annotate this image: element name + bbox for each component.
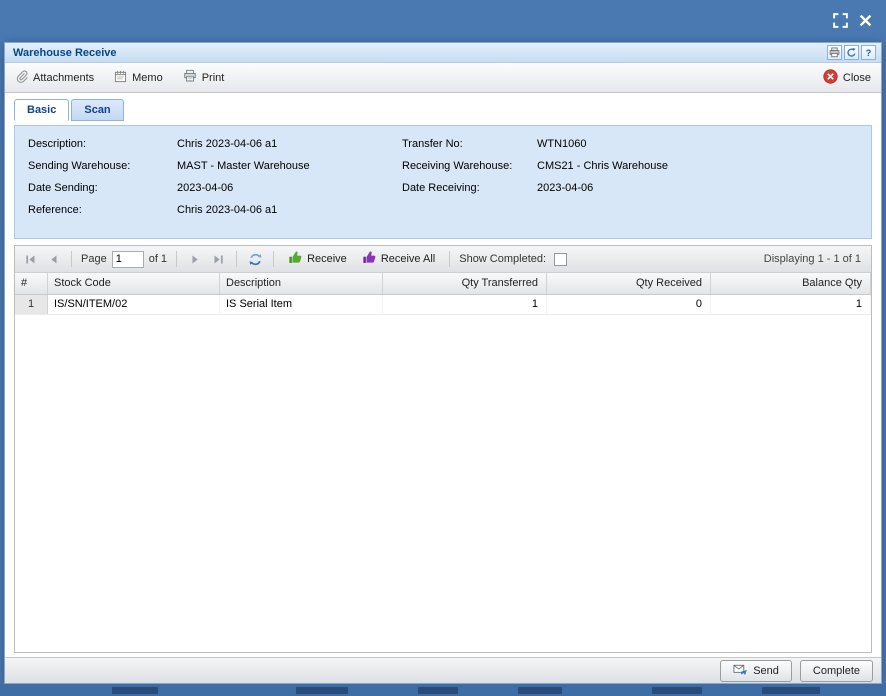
background-artifact (296, 687, 348, 694)
warehouse-receive-window: Warehouse Receive ? Attachments Memo (4, 42, 882, 684)
transfer-no-label: Transfer No: (402, 138, 537, 160)
close-circle-icon (823, 69, 838, 87)
first-page-button[interactable] (21, 250, 39, 268)
background-artifact (518, 687, 562, 694)
window-toolbar: Attachments Memo Print Close (5, 63, 881, 93)
titlebar-tools: ? (827, 45, 876, 60)
tab-basic[interactable]: Basic (14, 99, 69, 121)
window-title: Warehouse Receive (13, 47, 117, 59)
print-label: Print (202, 72, 225, 84)
complete-label: Complete (813, 665, 860, 677)
titlebar-help-icon[interactable]: ? (861, 45, 876, 60)
table-row[interactable]: 1 IS/SN/ITEM/02 IS Serial Item 1 0 1 (15, 295, 871, 315)
attachments-button[interactable]: Attachments (13, 68, 96, 88)
toolbar-separator (71, 251, 72, 267)
qty-received-cell: 0 (547, 295, 711, 314)
description-cell: IS Serial Item (220, 295, 383, 314)
date-sending-value: 2023-04-06 (177, 182, 233, 204)
toolbar-separator (449, 251, 450, 267)
send-label: Send (753, 665, 779, 677)
background-artifact (762, 687, 820, 694)
col-header-rownum[interactable]: # (15, 273, 48, 294)
grid-toolbar: Page of 1 Receive (15, 246, 871, 273)
transfer-info-panel: Description: Chris 2023-04-06 a1 Sending… (14, 125, 872, 239)
background-page-strip (0, 684, 886, 696)
grid-empty-area (15, 315, 871, 652)
printer-icon (183, 69, 197, 86)
date-receiving-value: 2023-04-06 (537, 182, 593, 204)
close-label: Close (843, 72, 871, 84)
receive-all-button[interactable]: Receive All (357, 248, 440, 270)
description-value: Chris 2023-04-06 a1 (177, 138, 277, 160)
page-input[interactable] (112, 251, 144, 268)
grid-header: # Stock Code Description Qty Transferred… (15, 273, 871, 295)
qty-transferred-cell: 1 (383, 295, 547, 314)
col-header-description[interactable]: Description (220, 273, 383, 294)
description-label: Description: (28, 138, 177, 160)
thumbs-up-green-icon (288, 250, 303, 268)
complete-button[interactable]: Complete (800, 660, 873, 682)
reference-value: Chris 2023-04-06 a1 (177, 204, 277, 226)
memo-icon (114, 70, 127, 86)
tab-strip: Basic Scan (5, 93, 881, 121)
stock-code-cell: IS/SN/ITEM/02 (48, 295, 220, 314)
background-artifact (112, 687, 158, 694)
info-left-column: Description: Chris 2023-04-06 a1 Sending… (28, 138, 310, 226)
attachments-label: Attachments (33, 72, 94, 84)
close-button[interactable]: Close (821, 67, 873, 89)
col-header-qty-received[interactable]: Qty Received (547, 273, 711, 294)
background-artifact (652, 687, 702, 694)
page-label: Page (81, 253, 107, 265)
send-button[interactable]: Send (720, 660, 792, 682)
refresh-button[interactable] (246, 250, 264, 268)
screen-close-icon[interactable] (859, 14, 872, 27)
toolbar-separator (236, 251, 237, 267)
titlebar-refresh-icon[interactable] (844, 45, 859, 60)
receiving-warehouse-value: CMS21 - Chris Warehouse (537, 160, 668, 182)
footer-button-bar: Send Complete (5, 657, 881, 683)
receive-button[interactable]: Receive (283, 248, 352, 270)
background-artifact (418, 687, 458, 694)
displaying-status: Displaying 1 - 1 of 1 (764, 253, 865, 265)
col-header-stock-code[interactable]: Stock Code (48, 273, 220, 294)
page-of-label: of 1 (149, 253, 167, 265)
reference-label: Reference: (28, 204, 177, 226)
receive-all-label: Receive All (381, 253, 435, 265)
sending-warehouse-value: MAST - Master Warehouse (177, 160, 310, 182)
show-completed-label: Show Completed: (459, 253, 546, 265)
transfer-no-value: WTN1060 (537, 138, 587, 160)
thumbs-up-purple-icon (362, 250, 377, 268)
next-page-button[interactable] (186, 250, 204, 268)
toolbar-separator (273, 251, 274, 267)
screen-top-controls (832, 12, 872, 29)
memo-label: Memo (132, 72, 163, 84)
toolbar-separator (176, 251, 177, 267)
sending-warehouse-label: Sending Warehouse: (28, 160, 177, 182)
window-titlebar[interactable]: Warehouse Receive ? (5, 43, 881, 63)
tab-scan[interactable]: Scan (71, 99, 123, 121)
memo-button[interactable]: Memo (112, 68, 165, 88)
print-button[interactable]: Print (181, 67, 227, 88)
col-header-balance-qty[interactable]: Balance Qty (711, 273, 871, 294)
last-page-button[interactable] (209, 250, 227, 268)
send-envelope-icon (733, 662, 748, 680)
receive-label: Receive (307, 253, 347, 265)
titlebar-print-icon[interactable] (827, 45, 842, 60)
balance-qty-cell: 1 (711, 295, 871, 314)
fullscreen-icon[interactable] (832, 12, 849, 29)
paperclip-icon (15, 70, 28, 86)
prev-page-button[interactable] (44, 250, 62, 268)
show-completed-checkbox[interactable] (554, 253, 567, 266)
col-header-qty-transferred[interactable]: Qty Transferred (383, 273, 547, 294)
receiving-warehouse-label: Receiving Warehouse: (402, 160, 537, 182)
date-sending-label: Date Sending: (28, 182, 177, 204)
date-receiving-label: Date Receiving: (402, 182, 537, 204)
info-right-column: Transfer No: WTN1060 Receiving Warehouse… (402, 138, 668, 204)
items-grid: Page of 1 Receive (14, 245, 872, 653)
row-number-cell: 1 (15, 295, 48, 314)
